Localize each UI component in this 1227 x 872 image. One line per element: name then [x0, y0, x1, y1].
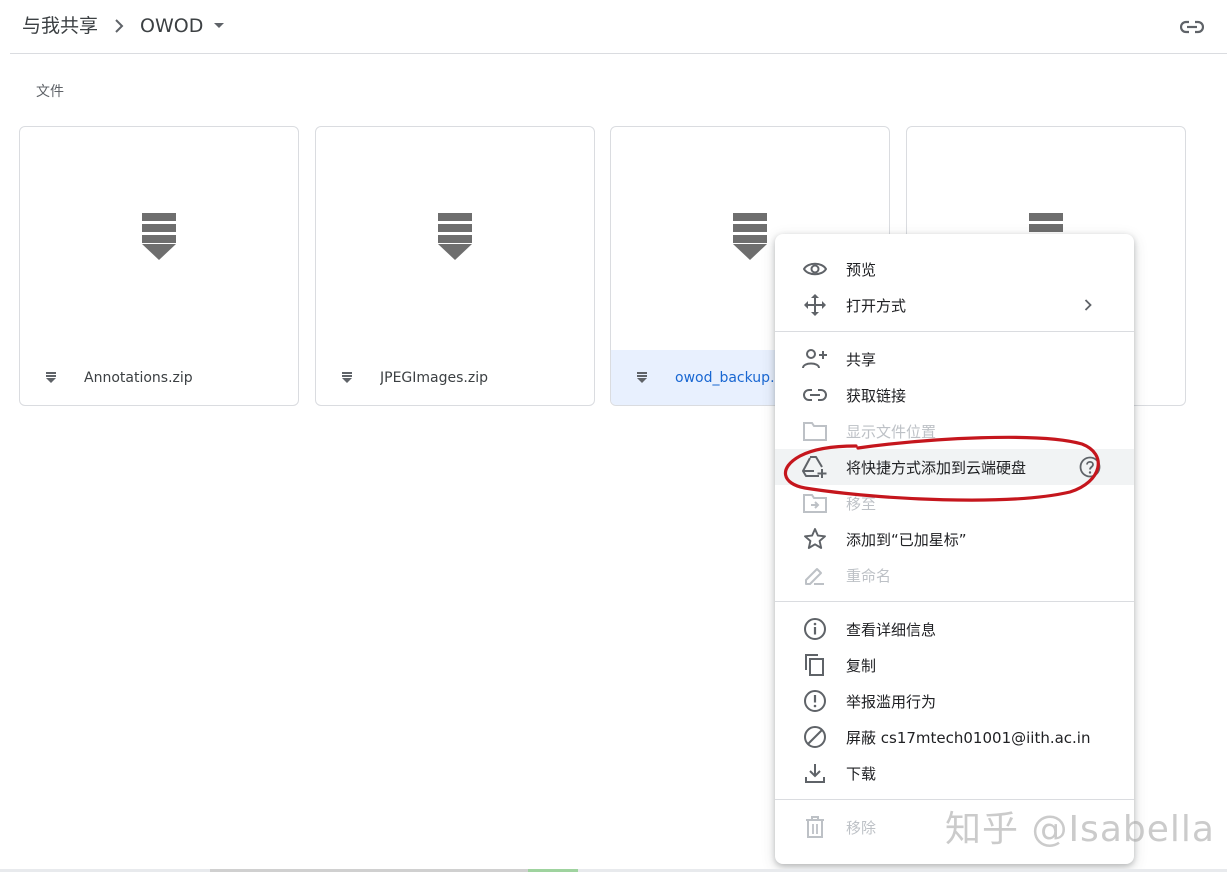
menu-divider	[775, 331, 1134, 332]
zip-icon	[142, 213, 176, 260]
menu-item-label: 屏蔽 cs17mtech01001@iith.ac.in	[846, 728, 1091, 747]
menu-item-label: 获取链接	[846, 386, 907, 405]
caret-down-icon[interactable]	[213, 22, 225, 30]
menu-item-label: 复制	[846, 656, 877, 675]
breadcrumb-current-folder[interactable]: OWOD	[140, 12, 203, 40]
breadcrumb-shared-with-me[interactable]: 与我共享	[22, 12, 98, 40]
menu-item-label: 重命名	[846, 566, 892, 585]
menu-item-label: 将快捷方式添加到云端硬盘	[846, 458, 1027, 477]
add-person-icon	[802, 346, 828, 372]
info-icon	[802, 616, 828, 642]
menu-item-block-user[interactable]: 屏蔽 cs17mtech01001@iith.ac.in	[775, 719, 1134, 755]
menu-item-add-shortcut[interactable]: 将快捷方式添加到云端硬盘	[775, 449, 1134, 485]
download-icon	[802, 760, 828, 786]
file-card[interactable]: JPEGImages.zip	[315, 126, 595, 406]
menu-item-rename[interactable]: 重命名	[775, 557, 1134, 593]
menu-item-move-to[interactable]: 移至	[775, 485, 1134, 521]
block-icon	[802, 724, 828, 750]
move-arrows-icon	[802, 292, 828, 318]
menu-item-label: 显示文件位置	[846, 422, 937, 441]
files-section-label: 文件	[36, 84, 64, 100]
chevron-right-icon	[114, 19, 124, 33]
drive-page: 与我共享 OWOD 文件 Annotations.zip JPEGImages.…	[0, 0, 1227, 872]
report-icon	[802, 688, 828, 714]
menu-item-open-with[interactable]: 打开方式	[775, 287, 1134, 323]
menu-item-report-abuse[interactable]: 举报滥用行为	[775, 683, 1134, 719]
move-to-folder-icon	[802, 490, 828, 516]
pencil-icon	[802, 562, 828, 588]
breadcrumb: 与我共享 OWOD	[22, 12, 225, 40]
menu-item-label: 移除	[846, 818, 877, 837]
file-thumbnail	[316, 127, 594, 351]
menu-item-label: 查看详细信息	[846, 620, 937, 639]
folder-icon	[802, 418, 828, 444]
chevron-right-icon	[1084, 287, 1092, 323]
menu-item-label: 举报滥用行为	[846, 692, 937, 711]
menu-item-label: 添加到“已加星标”	[846, 530, 967, 549]
menu-item-details[interactable]: 查看详细信息	[775, 611, 1134, 647]
menu-item-download[interactable]: 下载	[775, 755, 1134, 791]
file-footer: Annotations.zip	[20, 350, 298, 405]
zip-icon	[637, 371, 649, 384]
menu-item-share[interactable]: 共享	[775, 341, 1134, 377]
file-footer: JPEGImages.zip	[316, 350, 594, 405]
header-bar: 与我共享 OWOD	[10, 0, 1227, 54]
drive-add-icon	[802, 454, 828, 480]
zip-icon	[733, 213, 767, 260]
link-icon	[802, 382, 828, 408]
help-icon[interactable]	[1078, 455, 1102, 479]
menu-divider	[775, 601, 1134, 602]
trash-icon	[802, 814, 828, 840]
file-name: Annotations.zip	[84, 369, 193, 386]
link-icon[interactable]	[1179, 14, 1205, 40]
zip-icon	[438, 213, 472, 260]
watermark: 知乎 @Isabella	[945, 809, 1215, 850]
menu-item-get-link[interactable]: 获取链接	[775, 377, 1134, 413]
menu-item-label: 打开方式	[846, 296, 907, 315]
star-icon	[802, 526, 828, 552]
file-card[interactable]: Annotations.zip	[19, 126, 299, 406]
zip-icon	[342, 371, 354, 384]
copy-icon	[802, 652, 828, 678]
menu-item-preview[interactable]: 预览	[775, 251, 1134, 287]
menu-item-label: 移至	[846, 494, 877, 513]
file-name: JPEGImages.zip	[380, 369, 488, 386]
eye-icon	[802, 256, 828, 282]
zip-icon	[46, 371, 58, 384]
file-thumbnail	[20, 127, 298, 351]
context-menu: 预览 打开方式 共享 获取链接 显示文件位置 将快捷方式添加到云端硬盘 移至 添…	[775, 234, 1134, 864]
menu-item-add-starred[interactable]: 添加到“已加星标”	[775, 521, 1134, 557]
menu-item-label: 共享	[846, 350, 877, 369]
menu-item-copy[interactable]: 复制	[775, 647, 1134, 683]
menu-item-label: 预览	[846, 260, 877, 279]
menu-item-show-location[interactable]: 显示文件位置	[775, 413, 1134, 449]
menu-item-label: 下载	[846, 764, 877, 783]
